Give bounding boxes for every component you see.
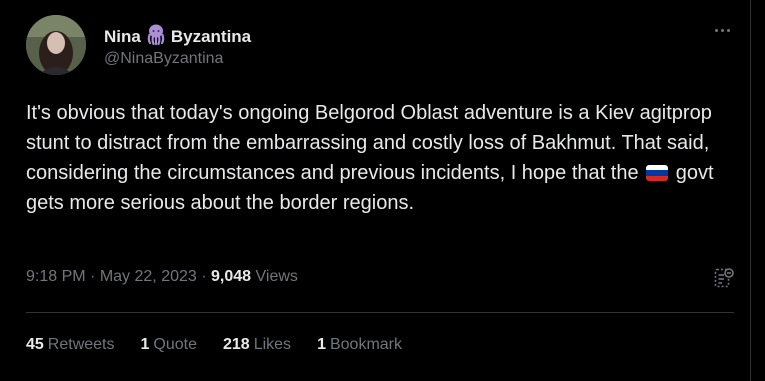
author-last-name: Byzantina: [170, 26, 252, 46]
views-label: Views: [255, 268, 298, 285]
tweet-text: It's obvious that today's ongoing Belgor…: [26, 98, 726, 218]
divider: [26, 312, 734, 313]
octopus-icon: [145, 23, 167, 50]
author-name[interactable]: Nina Byzantina: [104, 23, 251, 50]
tweet-date[interactable]: May 22, 2023: [100, 268, 197, 285]
meta-separator: ·: [201, 268, 207, 285]
author-handle[interactable]: @NinaByzantina: [104, 50, 223, 68]
bookmarks-count: 1: [317, 336, 326, 353]
quotes-count: 1: [140, 336, 150, 353]
russia-flag-icon: [646, 165, 669, 181]
bookmarks-stat[interactable]: 1 Bookmark: [317, 336, 402, 354]
tweet-meta: 9:18 PM · May 22, 2023 · 9,048 Views: [26, 268, 298, 286]
analytics-icon[interactable]: [712, 266, 736, 290]
meta-separator: ·: [90, 268, 96, 285]
tweet-stats: 45 Retweets 1 Quote 218 Likes 1 Bookmark: [26, 336, 428, 354]
tweet-text-part1: It's obvious that today's ongoing Belgor…: [26, 102, 712, 184]
likes-stat[interactable]: 218 Likes: [223, 336, 291, 354]
quotes-label: Quote: [153, 336, 197, 353]
likes-label: Likes: [253, 336, 292, 353]
likes-count: 218: [223, 336, 250, 353]
bookmarks-label: Bookmark: [329, 336, 402, 353]
quotes-stat[interactable]: 1 Quote: [141, 336, 198, 354]
retweets-label: Retweets: [47, 336, 115, 353]
retweets-count: 45: [26, 336, 44, 353]
tweet-time[interactable]: 9:18 PM: [26, 268, 86, 285]
avatar[interactable]: [26, 15, 86, 75]
more-options-icon[interactable]: [710, 20, 734, 40]
tweet-card: Nina Byzantina @NinaByzantina It's obvio…: [0, 0, 751, 381]
author-first-name: Nina: [104, 26, 141, 46]
retweets-stat[interactable]: 45 Retweets: [26, 336, 115, 354]
views-count: 9,048: [211, 268, 252, 285]
